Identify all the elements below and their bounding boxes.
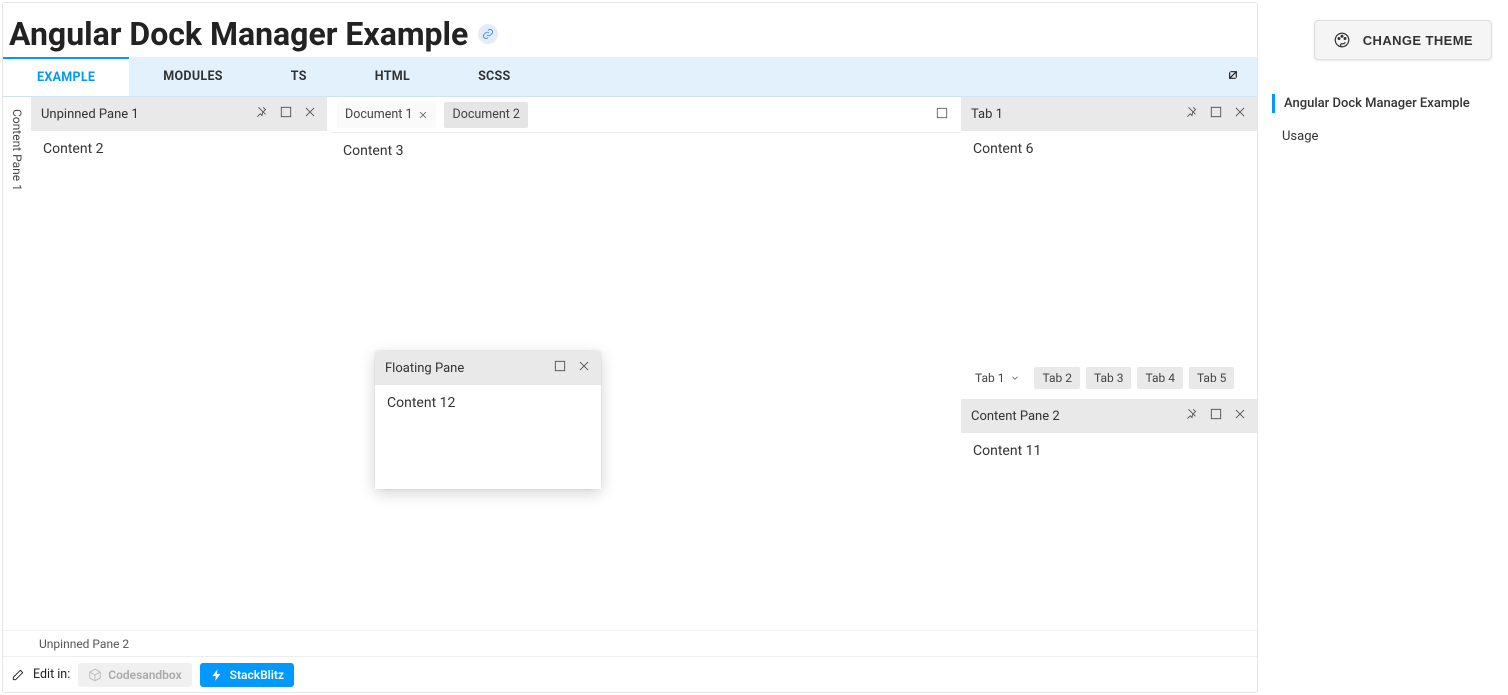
close-icon[interactable] [1233, 407, 1247, 425]
content-pane-2-title: Content Pane 2 [971, 409, 1185, 424]
edit-in-label: Edit in: [33, 667, 70, 682]
dock-manager: Content Pane 1 Unpinned Pane 1 Content 2 [3, 97, 1257, 630]
change-theme-label: CHANGE THEME [1363, 33, 1473, 48]
anchor-link-icon[interactable] [478, 24, 498, 44]
pin-icon[interactable] [255, 105, 269, 123]
maximize-icon[interactable] [1209, 407, 1223, 425]
right-sidebar: CHANGE THEME Angular Dock Manager Exampl… [1260, 0, 1508, 695]
close-icon[interactable] [418, 110, 428, 120]
stackblitz-icon [210, 668, 224, 682]
unpinned-pane-1-title: Unpinned Pane 1 [41, 107, 255, 122]
tab-strip-tab-1-label: Tab 1 [975, 371, 1004, 385]
right-column: Tab 1 Content 6 Tab 1 Tab 2 [961, 97, 1257, 630]
content-pane-2-body: Content 11 [961, 433, 1257, 630]
document-tab-2[interactable]: Document 2 [444, 102, 527, 128]
tab-strip-tab-1[interactable]: Tab 1 [967, 367, 1028, 389]
codesandbox-label: Codesandbox [108, 668, 181, 682]
unpinned-pane-1-header[interactable]: Unpinned Pane 1 [31, 97, 327, 131]
close-icon[interactable] [577, 359, 591, 377]
page-title-text: Angular Dock Manager Example [9, 15, 468, 53]
maximize-icon[interactable] [1209, 105, 1223, 123]
codesandbox-button[interactable]: Codesandbox [78, 663, 191, 687]
tab-group-strip: Tab 1 Tab 2 Tab 3 Tab 4 Tab 5 [961, 361, 1257, 395]
document-tab-1-label: Document 1 [345, 107, 412, 122]
maximize-icon[interactable] [279, 105, 293, 123]
tab-modules[interactable]: MODULES [129, 57, 257, 96]
palette-icon [1333, 31, 1351, 49]
toc-item-example[interactable]: Angular Dock Manager Example [1272, 94, 1496, 113]
floating-pane-title: Floating Pane [385, 361, 553, 376]
chevron-down-icon[interactable] [1010, 373, 1020, 383]
document-tabs: Document 1 Document 2 [331, 97, 961, 133]
tab-scss[interactable]: SCSS [444, 57, 544, 96]
document-tab-2-label: Document 2 [452, 107, 519, 122]
tab-strip-tab-3[interactable]: Tab 3 [1086, 367, 1131, 389]
expand-icon[interactable] [1209, 67, 1257, 87]
left-column: Unpinned Pane 1 Content 2 [31, 97, 331, 630]
tab-pane-body: Content 6 [961, 131, 1257, 361]
tab-ts[interactable]: TS [257, 57, 341, 96]
tab-strip-tab-5[interactable]: Tab 5 [1189, 367, 1234, 389]
close-icon[interactable] [1233, 105, 1247, 123]
tab-strip-tab-4[interactable]: Tab 4 [1137, 367, 1182, 389]
unpinned-bottom-tab[interactable]: Unpinned Pane 2 [39, 637, 129, 651]
close-icon[interactable] [303, 105, 317, 123]
floating-pane-body: Content 12 [375, 385, 601, 489]
codesandbox-icon [88, 668, 102, 682]
floating-pane[interactable]: Floating Pane Content 12 [375, 351, 601, 489]
edit-in-bar: Edit in: Codesandbox StackBlitz [3, 656, 1257, 692]
table-of-contents: Angular Dock Manager Example Usage [1272, 94, 1496, 146]
pin-icon[interactable] [1185, 105, 1199, 123]
document-tab-1[interactable]: Document 1 [337, 102, 436, 128]
edit-icon [11, 668, 25, 682]
toc-item-usage[interactable]: Usage [1272, 127, 1496, 146]
change-theme-button[interactable]: CHANGE THEME [1314, 20, 1492, 60]
stackblitz-button[interactable]: StackBlitz [200, 663, 294, 687]
tab-pane-header[interactable]: Tab 1 [961, 97, 1257, 131]
page-title: Angular Dock Manager Example [3, 3, 1257, 57]
floating-pane-header[interactable]: Floating Pane [375, 351, 601, 385]
tab-pane-title: Tab 1 [971, 107, 1185, 122]
unpinned-bottom-strip: Unpinned Pane 2 [3, 630, 1257, 656]
code-tabbar: EXAMPLE MODULES TS HTML SCSS [3, 57, 1257, 97]
maximize-icon[interactable] [553, 359, 567, 377]
stackblitz-label: StackBlitz [230, 668, 284, 682]
tab-html[interactable]: HTML [341, 57, 444, 96]
pin-icon[interactable] [1185, 407, 1199, 425]
content-pane-2-header[interactable]: Content Pane 2 [961, 399, 1257, 433]
unpinned-pane-1-body: Content 2 [31, 131, 327, 630]
maximize-icon[interactable] [935, 106, 955, 124]
tab-strip-tab-2[interactable]: Tab 2 [1034, 367, 1079, 389]
unpinned-vertical-tab-content-pane-1[interactable]: Content Pane 1 [6, 105, 28, 195]
tab-example[interactable]: EXAMPLE [3, 57, 129, 96]
